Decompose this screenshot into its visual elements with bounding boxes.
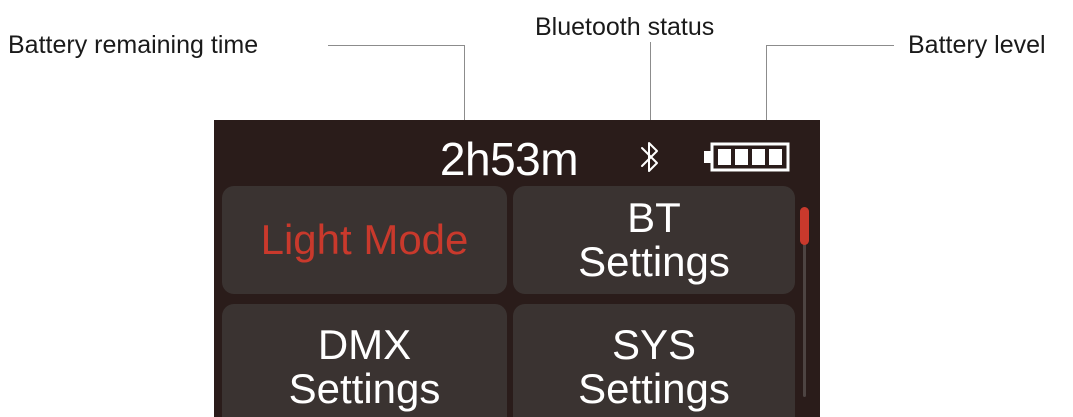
tile-light-mode[interactable]: Light Mode <box>222 186 507 294</box>
callout-battery-level: Battery level <box>908 31 1046 59</box>
remaining-time-value: 2h53m <box>439 133 579 185</box>
battery-bar <box>769 149 782 165</box>
scrollbar-thumb[interactable] <box>800 207 809 245</box>
leader-line-battery-level <box>766 45 894 46</box>
tile-dmx-settings-line1: DMX <box>317 321 412 368</box>
callout-bluetooth-status: Bluetooth status <box>535 13 715 41</box>
tile-sys-settings-line2: Settings <box>578 365 730 412</box>
tile-sys-settings-line1: SYS <box>611 321 697 368</box>
tile-bt-settings-line2: Settings <box>578 238 730 285</box>
tile-dmx-settings-line2: Settings <box>288 365 441 412</box>
callout-battery-remaining-time: Battery remaining time <box>8 31 259 59</box>
tile-sys-settings[interactable]: SYS Settings <box>513 304 795 417</box>
device-screen: 2h53m Light Mode BT Settings DMX Setting… <box>214 120 820 417</box>
battery-bar <box>752 149 765 165</box>
battery-full-icon <box>704 142 790 172</box>
tile-light-mode-label: Light Mode <box>260 216 469 263</box>
battery-bar <box>735 149 748 165</box>
bluetooth-icon <box>641 142 658 172</box>
tile-bt-settings[interactable]: BT Settings <box>513 186 795 294</box>
tile-dmx-settings[interactable]: DMX Settings <box>222 304 507 417</box>
leader-line-remaining-time <box>328 45 465 46</box>
battery-bar <box>718 149 731 165</box>
tile-bt-settings-line1: BT <box>627 194 681 241</box>
